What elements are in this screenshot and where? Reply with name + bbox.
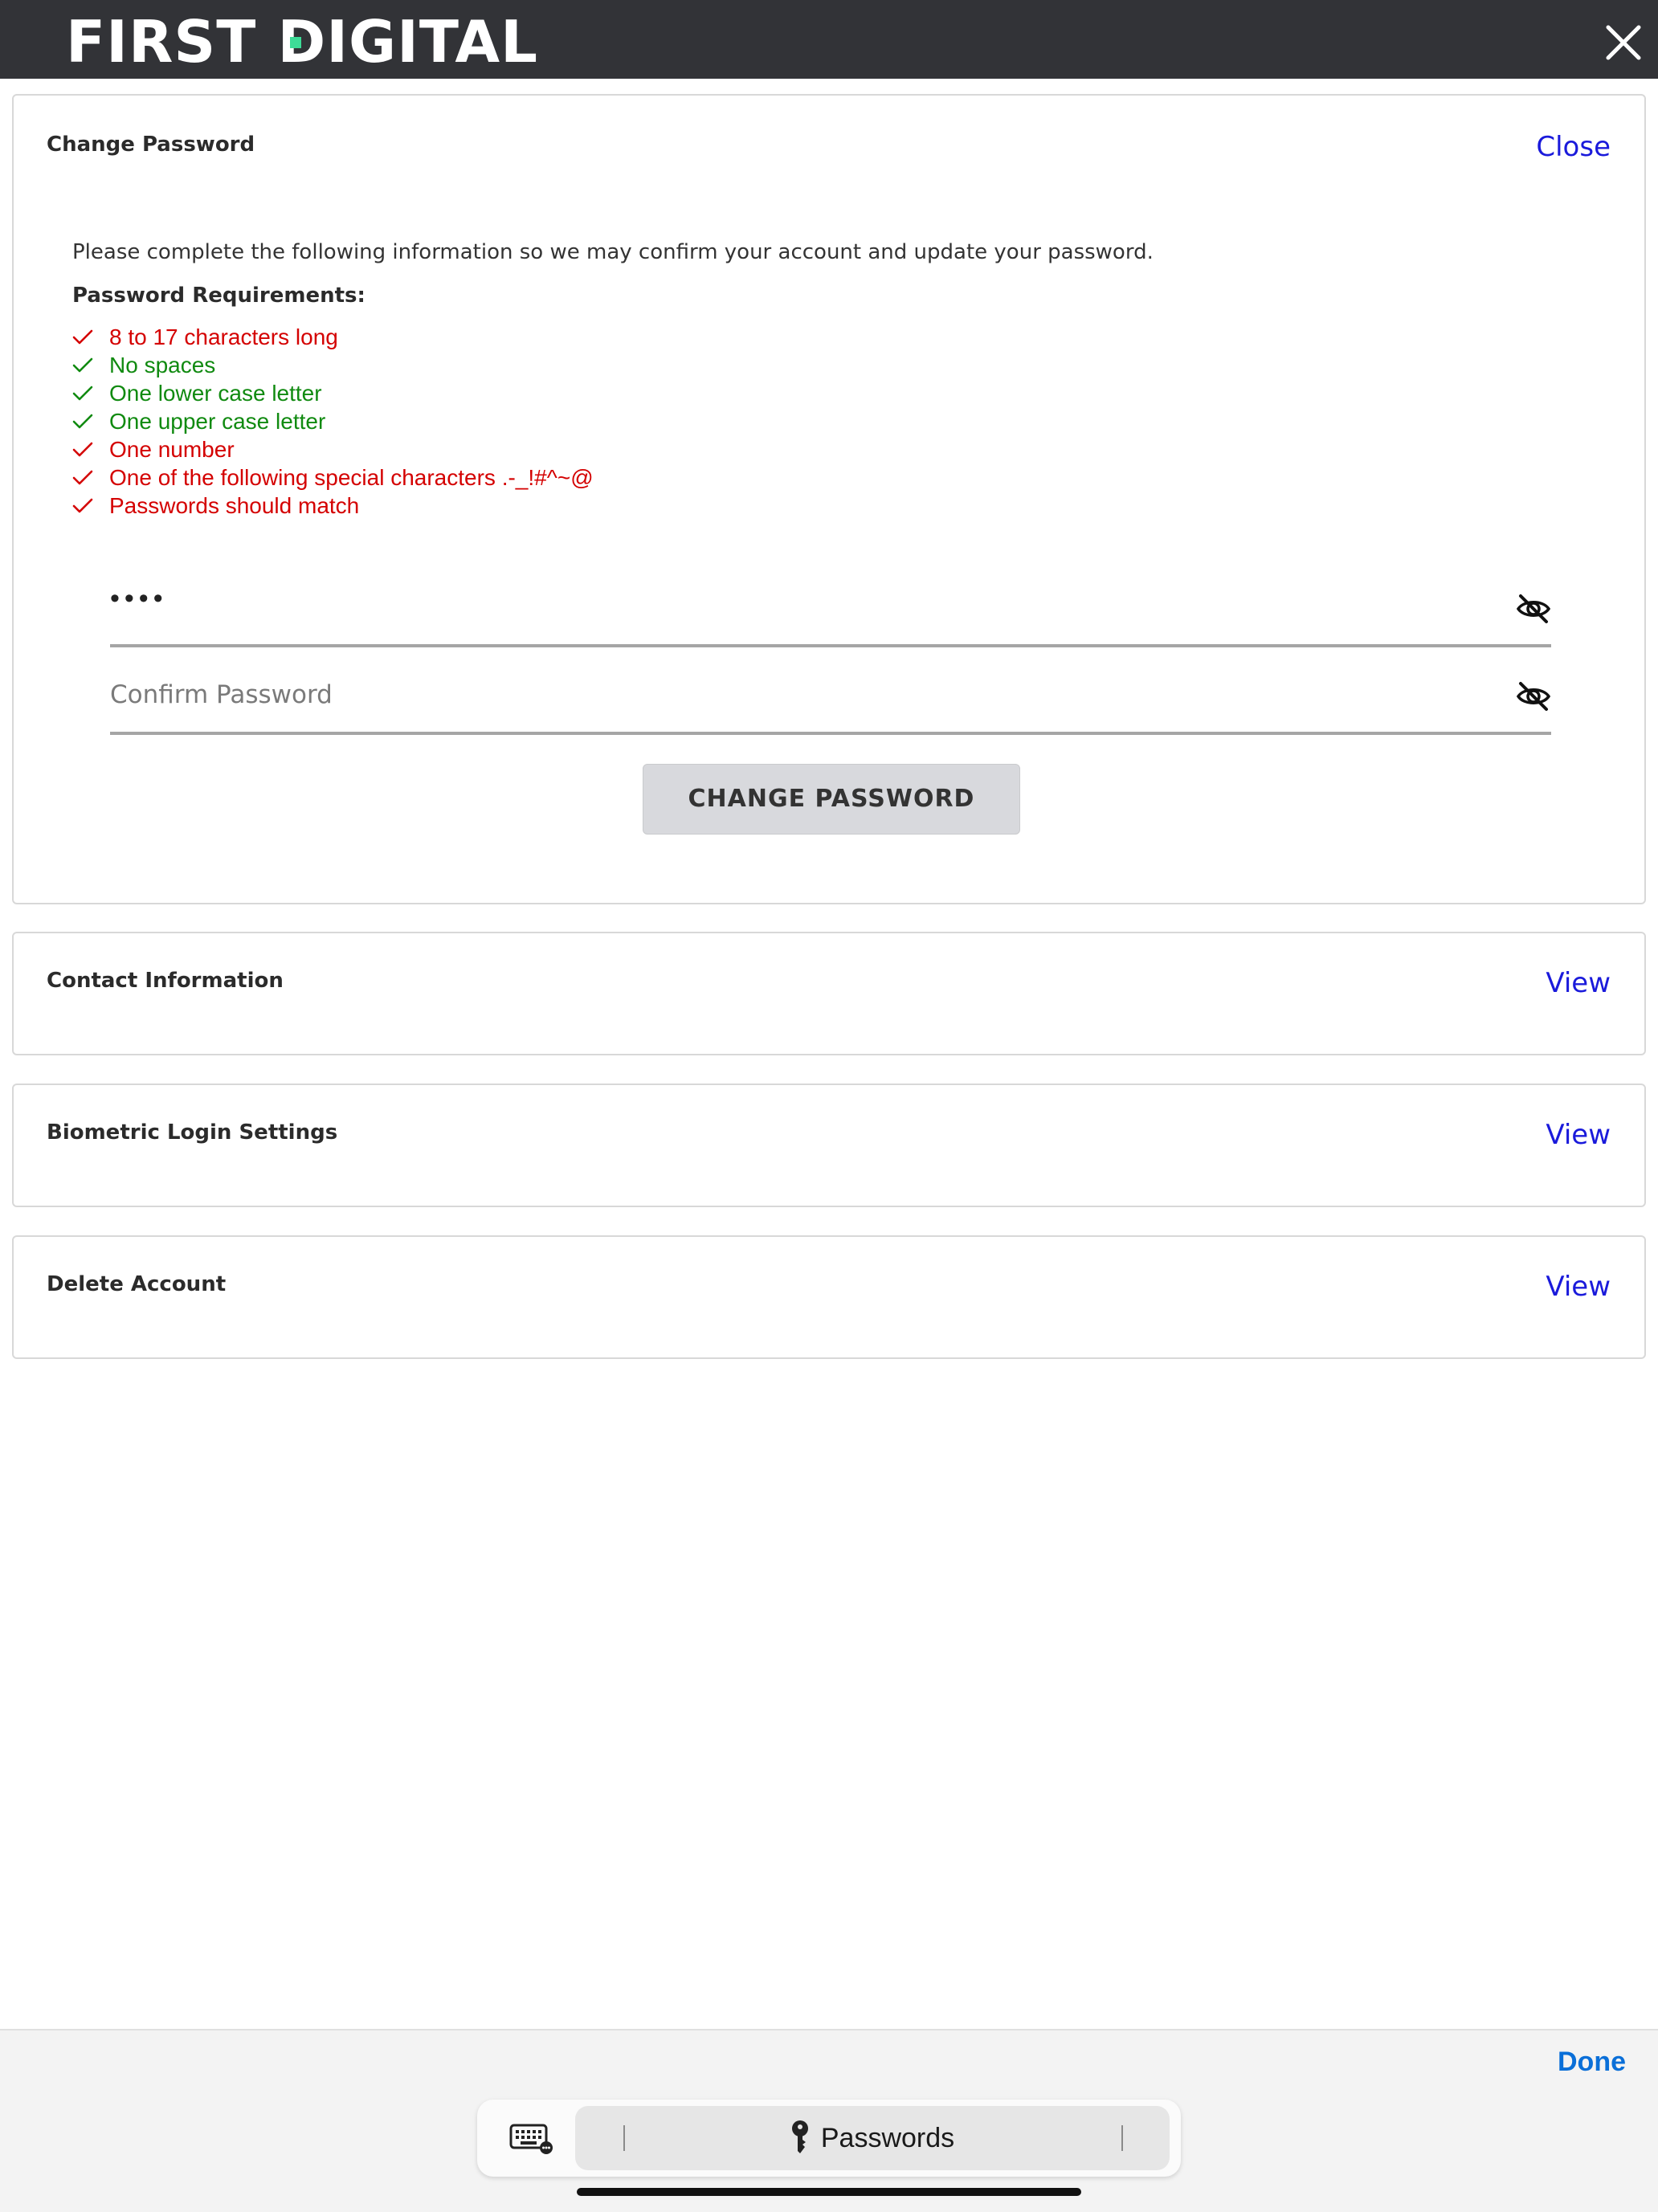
- requirement-item: One of the following special characters …: [72, 463, 594, 492]
- check-icon: [72, 414, 93, 428]
- requirement-item: One lower case letter: [72, 379, 594, 407]
- contact-information-card: Contact Information View: [12, 932, 1646, 1055]
- requirement-item: 8 to 17 characters long: [72, 323, 594, 351]
- new-password-field: ••••: [110, 564, 1551, 647]
- close-icon[interactable]: [1605, 24, 1642, 61]
- check-icon: [72, 386, 93, 400]
- requirement-text: One upper case letter: [109, 409, 326, 434]
- passwords-button[interactable]: Passwords: [575, 2106, 1170, 2170]
- delete-account-title: Delete Account: [47, 1272, 227, 1296]
- check-icon: [72, 329, 93, 344]
- keyboard-icon[interactable]: [509, 2122, 554, 2154]
- check-icon: [72, 442, 93, 456]
- brand-logo-text-1: FIRST: [66, 8, 278, 76]
- brand-logo-text-2: IGITAL: [326, 8, 539, 76]
- keyboard-accessory-bar: Done Passwords: [0, 2029, 1658, 2212]
- requirement-item: Passwords should match: [72, 492, 594, 520]
- change-password-title: Change Password: [47, 133, 255, 157]
- biometric-login-view-link[interactable]: View: [1546, 1119, 1611, 1151]
- requirement-item: One number: [72, 435, 594, 463]
- biometric-login-card: Biometric Login Settings View: [12, 1084, 1646, 1207]
- requirement-text: 8 to 17 characters long: [109, 324, 338, 349]
- brand-accent-square: [290, 37, 302, 48]
- key-icon: [791, 2120, 808, 2154]
- close-link[interactable]: Close: [1536, 131, 1611, 163]
- change-password-button[interactable]: CHANGE PASSWORD: [643, 764, 1020, 835]
- biometric-login-title: Biometric Login Settings: [47, 1120, 338, 1145]
- requirement-text: One lower case letter: [109, 381, 322, 406]
- requirements-list: 8 to 17 characters long No spaces One lowe…: [72, 323, 594, 520]
- top-bar: FIRST D IGITAL: [0, 0, 1658, 79]
- delete-account-card: Delete Account View: [12, 1235, 1646, 1359]
- requirement-item: One upper case letter: [72, 407, 594, 435]
- passwords-label-wrap: Passwords: [575, 2106, 1170, 2170]
- check-icon: [72, 470, 93, 484]
- delete-account-view-link[interactable]: View: [1546, 1271, 1611, 1303]
- passwords-label: Passwords: [820, 2123, 955, 2153]
- requirement-text: No spaces: [109, 353, 216, 378]
- requirements-title: Password Requirements:: [72, 284, 365, 308]
- change-password-card: Change Password Close Please complete th…: [12, 94, 1646, 904]
- intro-text: Please complete the following informatio…: [72, 240, 1154, 264]
- contact-information-view-link[interactable]: View: [1546, 967, 1611, 999]
- done-button[interactable]: Done: [1558, 2047, 1626, 2078]
- contact-information-title: Contact Information: [47, 969, 284, 993]
- autofill-bar: Passwords: [477, 2100, 1181, 2177]
- new-password-input[interactable]: [110, 582, 1460, 633]
- requirement-item: No spaces: [72, 351, 594, 379]
- separator-right: [1121, 2125, 1123, 2151]
- brand-logo: FIRST D IGITAL: [66, 10, 538, 74]
- requirement-text: One of the following special characters …: [109, 465, 594, 490]
- brand-logo-d: D: [277, 8, 327, 76]
- requirement-text: Passwords should match: [109, 493, 360, 518]
- eye-off-icon[interactable]: [1516, 593, 1551, 625]
- requirement-text: One number: [109, 437, 235, 462]
- check-icon: [72, 357, 93, 372]
- confirm-password-input[interactable]: [110, 669, 1460, 720]
- confirm-password-field: [110, 651, 1551, 735]
- check-icon: [72, 498, 93, 512]
- eye-off-icon[interactable]: [1516, 680, 1551, 712]
- home-indicator: [577, 2188, 1081, 2196]
